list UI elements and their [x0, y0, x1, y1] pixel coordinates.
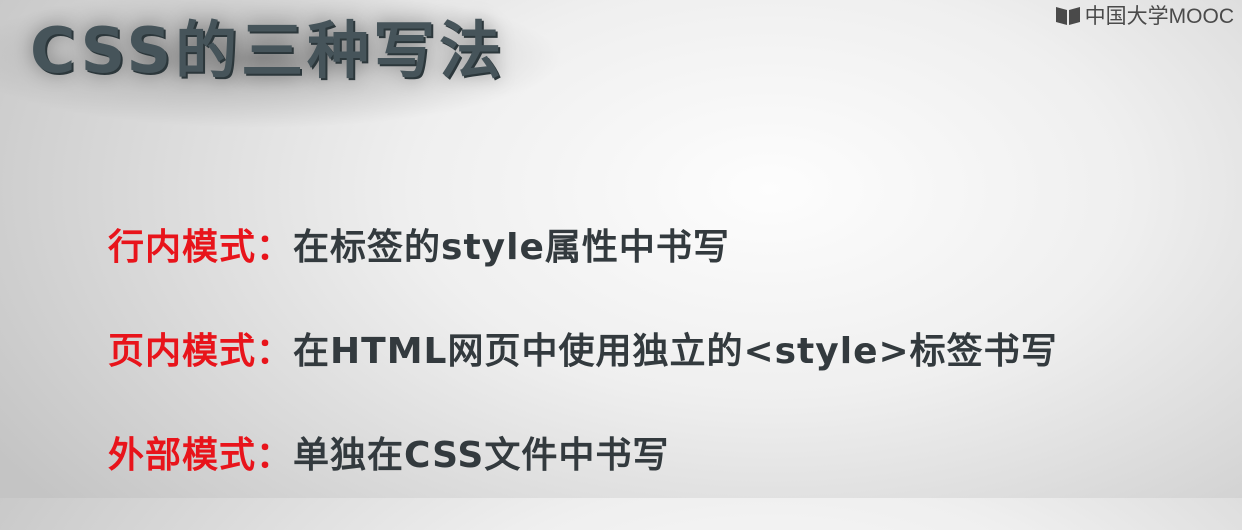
item-text: 单独在CSS文件中书写	[293, 435, 670, 476]
item-text: 在标签的style属性中书写	[293, 227, 730, 268]
mooc-book-icon	[1055, 4, 1081, 26]
item-label: 页内模式：	[108, 331, 294, 372]
list-item-page-mode: 页内模式： 在HTML网页中使用独立的<style>标签书写	[108, 322, 1222, 426]
list-item-external-mode: 外部模式： 单独在CSS文件中书写	[108, 426, 1222, 530]
watermark-text: 中国大学MOOC	[1084, 5, 1234, 28]
mode-list: 行内模式： 在标签的style属性中书写 页内模式： 在HTML网页中使用独立的…	[108, 218, 1222, 530]
item-text: 在HTML网页中使用独立的<style>标签书写	[293, 331, 1058, 372]
page-title: CSS的三种写法	[30, 14, 506, 87]
watermark: 中国大学MOOC	[1055, 0, 1234, 30]
item-label: 行内模式：	[108, 227, 294, 268]
list-item-inline-mode: 行内模式： 在标签的style属性中书写	[108, 218, 1222, 322]
item-label: 外部模式：	[108, 435, 294, 476]
